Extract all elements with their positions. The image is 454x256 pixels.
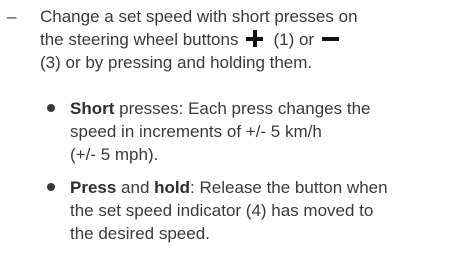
bullet-dot	[47, 183, 55, 191]
instruction-line-1: Change a set speed with short presses on	[40, 7, 358, 26]
instruction-line-3: (3) or by pressing and holding them.	[40, 53, 313, 72]
bold-term-short: Short	[70, 99, 115, 118]
bold-term-press: Press	[70, 178, 117, 197]
bullet-line-1: Press and hold: Release the button when	[70, 176, 447, 199]
bullet-line-2: the set speed indicator (4) has moved to	[70, 201, 374, 220]
bullet-line-2: speed in increments of +/- 5 km/h	[70, 122, 322, 141]
instruction-paragraph: Change a set speed with short presses on…	[40, 5, 454, 74]
manual-page: – Change a set speed with short presses …	[0, 0, 454, 256]
list-item: Short presses: Each press changes the sp…	[47, 97, 447, 166]
plus-button-reference: (1) or	[273, 30, 315, 49]
list-dash: –	[7, 7, 17, 26]
bold-term-hold: hold	[154, 178, 191, 197]
bullet-text: and	[116, 178, 155, 197]
bullet-line-1: Short presses: Each press changes the	[70, 97, 447, 120]
plus-icon	[246, 30, 264, 47]
bullet-text: presses: Each press changes the	[114, 99, 371, 118]
bullet-text: : Release the button when	[190, 178, 388, 197]
bullet-line-3: the desired speed.	[70, 224, 210, 243]
list-item: Press and hold: Release the button when …	[47, 176, 447, 245]
instruction-line-2: the steering wheel buttons (1) or	[40, 28, 454, 51]
instruction-line-2-text: the steering wheel buttons	[40, 30, 239, 49]
bullet-dot	[47, 104, 55, 112]
minus-icon	[322, 30, 340, 47]
bullet-list: Short presses: Each press changes the sp…	[47, 97, 447, 255]
bullet-line-3: (+/- 5 mph).	[70, 145, 159, 164]
